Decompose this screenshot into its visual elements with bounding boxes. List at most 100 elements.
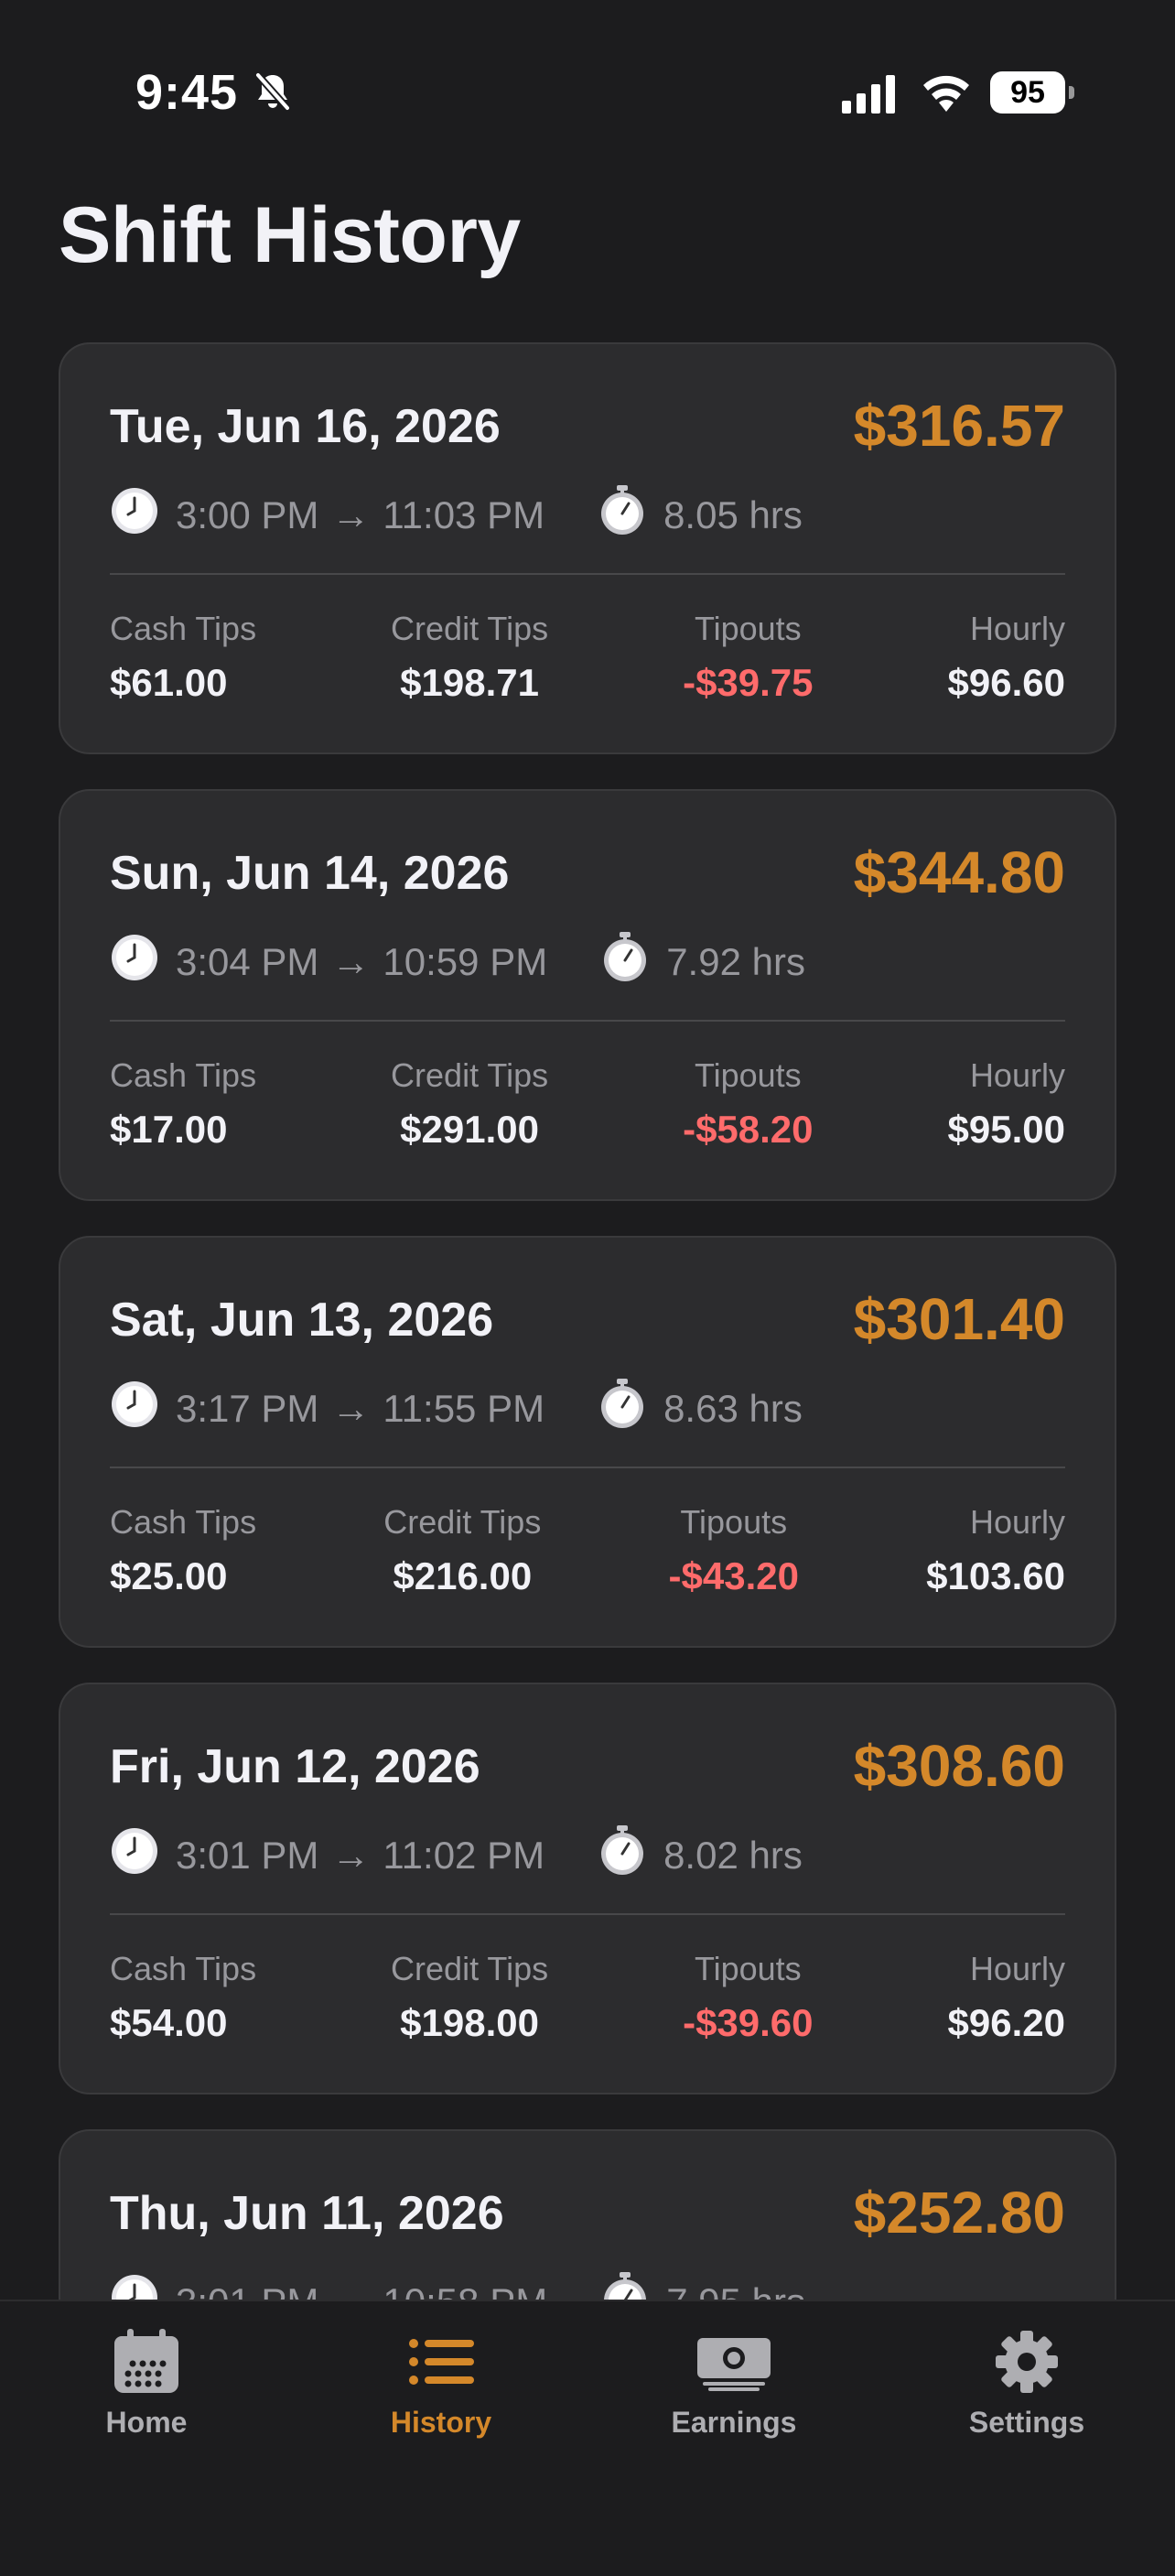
cellular-signal-icon (842, 75, 900, 118)
arrow-right-icon: → (331, 493, 371, 536)
shift-start: 3:01 PM (176, 1834, 319, 1877)
status-bar: 9:45 95 (0, 0, 1175, 183)
arrow-right-icon: → (331, 1834, 371, 1877)
arrow-right-icon: → (331, 1387, 371, 1430)
arrow-right-icon: → (331, 940, 371, 983)
shift-hours: 8.63 hrs (663, 1387, 803, 1430)
shift-end: 11:02 PM (383, 1834, 545, 1877)
shift-date: Fri, Jun 12, 2026 (110, 1740, 480, 1793)
stat-label: Credit Tips (391, 1950, 549, 1987)
stat-value: $25.00 (110, 1554, 228, 1597)
shift-date: Sun, Jun 14, 2026 (110, 847, 510, 900)
stat-label: Hourly (969, 1056, 1065, 1094)
shift-card[interactable]: Sun, Jun 14, 2026 $344.80 3:04 PM → 10:59 PM… (59, 789, 1116, 1201)
tab-settings[interactable]: Settings (917, 2325, 1137, 2440)
stat-credit-tips: Credit Tips $198.00 (391, 1950, 548, 2045)
stat-label: Cash Tips (110, 1950, 257, 1987)
shift-times: 3:17 PM → 11:55 PM 8.63 hrs (110, 1379, 803, 1434)
shift-times: 3:04 PM → 10:59 PM 7.92 hrs (110, 932, 805, 987)
page-title: Shift History (59, 191, 521, 279)
shift-duration: 8.63 hrs (598, 1379, 803, 1439)
stat-label: Tipouts (694, 1950, 802, 1987)
shift-stats: Cash Tips $61.00 Credit Tips $198.71 Tipouts… (110, 610, 1065, 705)
stat-credit-tips: Credit Tips $198.71 (391, 610, 548, 705)
shift-start: 3:04 PM (176, 940, 319, 983)
stat-label: Hourly (969, 1503, 1065, 1541)
shift-start: 3:17 PM (176, 1387, 319, 1430)
shift-card[interactable]: Sat, Jun 13, 2026 $301.40 3:17 PM → 11:55 PM… (59, 1236, 1116, 1648)
tab-history-label: History (390, 2406, 492, 2439)
wifi-icon (921, 71, 972, 116)
card-divider (110, 1913, 1065, 1915)
shift-start: 3:00 PM (176, 493, 319, 536)
stat-value: -$43.20 (668, 1554, 799, 1597)
shift-date: Thu, Jun 11, 2026 (110, 2187, 504, 2240)
stopwatch-icon (598, 485, 663, 546)
stopwatch-icon (598, 1379, 663, 1439)
shift-total: $301.40 (853, 1286, 1065, 1352)
battery-level: 95 (990, 71, 1065, 114)
shift-stats: Cash Tips $25.00 Credit Tips $216.00 Tipouts… (110, 1503, 1065, 1598)
shift-hours: 8.05 hrs (663, 493, 803, 536)
shift-stats: Cash Tips $54.00 Credit Tips $198.00 Tipouts… (110, 1950, 1065, 2045)
stat-hourly: Hourly $103.60 (926, 1503, 1065, 1598)
card-divider (110, 573, 1065, 575)
stat-hourly: Hourly $95.00 (948, 1056, 1065, 1152)
shift-list[interactable]: Tue, Jun 16, 2026 $316.57 3:00 PM → 11:03 PM… (59, 342, 1116, 2576)
gear-icon (917, 2325, 1137, 2398)
stat-value: $95.00 (947, 1108, 1065, 1151)
stat-label: Cash Tips (110, 610, 257, 647)
shift-end: 11:03 PM (383, 493, 545, 536)
stat-label: Credit Tips (383, 1503, 542, 1541)
shift-total: $316.57 (853, 393, 1065, 459)
tab-home[interactable]: Home (37, 2325, 256, 2440)
shift-times: 3:00 PM → 11:03 PM 8.05 hrs (110, 485, 803, 540)
clock-icon (110, 1380, 176, 1438)
stat-cash-tips: Cash Tips $54.00 (110, 1950, 256, 2045)
stat-label: Credit Tips (391, 1056, 549, 1094)
shift-date: Sat, Jun 13, 2026 (110, 1293, 494, 1347)
card-divider (110, 1020, 1065, 1022)
stopwatch-icon (600, 932, 666, 992)
shift-total: $308.60 (853, 1733, 1065, 1799)
status-time: 9:45 (135, 65, 239, 120)
stat-tipouts: Tipouts -$58.20 (683, 1056, 813, 1152)
clock-icon (110, 1826, 176, 1885)
stat-value: $103.60 (926, 1554, 1065, 1597)
shift-card[interactable]: Tue, Jun 16, 2026 $316.57 3:00 PM → 11:03 PM… (59, 342, 1116, 754)
stat-tipouts: Tipouts -$39.75 (683, 610, 813, 705)
stat-cash-tips: Cash Tips $61.00 (110, 610, 256, 705)
stat-credit-tips: Credit Tips $216.00 (383, 1503, 541, 1598)
stat-value: $198.71 (400, 661, 539, 704)
tab-earnings[interactable]: Earnings (624, 2325, 844, 2440)
shift-date: Tue, Jun 16, 2026 (110, 400, 501, 453)
shift-hours: 7.92 hrs (666, 940, 805, 983)
shift-times: 3:01 PM → 11:02 PM 8.02 hrs (110, 1825, 803, 1880)
shift-duration: 8.02 hrs (598, 1825, 803, 1886)
tab-home-label: Home (105, 2406, 188, 2439)
stat-value: $17.00 (110, 1108, 228, 1151)
stat-value: $216.00 (393, 1554, 533, 1597)
tab-bar: Home History Earnings Settings (0, 2300, 1175, 2545)
stat-value: -$39.75 (683, 661, 814, 704)
stat-label: Cash Tips (110, 1503, 257, 1541)
stat-label: Credit Tips (391, 610, 549, 647)
money-icon (624, 2325, 844, 2398)
stat-value: -$58.20 (683, 1108, 814, 1151)
shift-card[interactable]: Fri, Jun 12, 2026 $308.60 3:01 PM → 11:02 PM… (59, 1683, 1116, 2094)
card-divider (110, 1467, 1065, 1468)
tab-history[interactable]: History (331, 2325, 551, 2440)
shift-hours: 8.02 hrs (663, 1834, 803, 1877)
stat-cash-tips: Cash Tips $25.00 (110, 1503, 256, 1598)
shift-total: $344.80 (853, 839, 1065, 905)
shift-total: $252.80 (853, 2180, 1065, 2246)
stat-value: $61.00 (110, 661, 228, 704)
stopwatch-icon (598, 1825, 663, 1886)
shift-stats: Cash Tips $17.00 Credit Tips $291.00 Tipouts… (110, 1056, 1065, 1152)
stat-label: Tipouts (694, 1056, 802, 1094)
stat-hourly: Hourly $96.20 (948, 1950, 1065, 2045)
stat-tipouts: Tipouts -$43.20 (669, 1503, 799, 1598)
shift-end: 10:59 PM (383, 940, 548, 983)
stat-cash-tips: Cash Tips $17.00 (110, 1056, 256, 1152)
shift-end: 11:55 PM (383, 1387, 545, 1430)
